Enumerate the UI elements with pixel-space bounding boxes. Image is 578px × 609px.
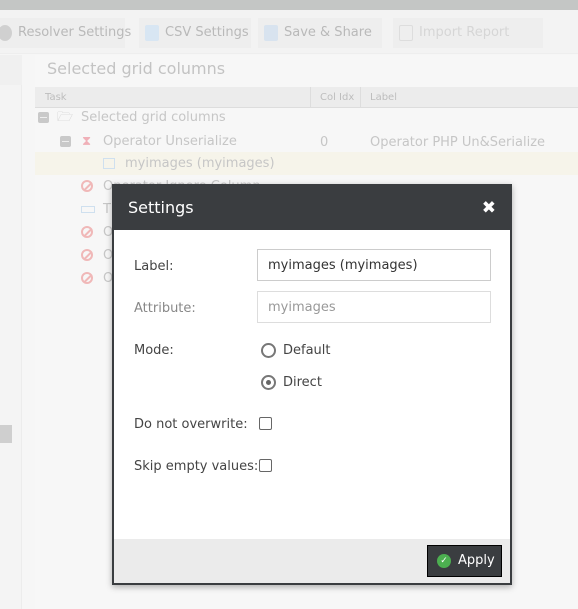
- label-field-label: Label:: [134, 259, 174, 274]
- table-row[interactable]: ⧗ Operator Unserialize 0 Operator PHP Un&Se…: [35, 130, 578, 153]
- disabled-icon: [81, 226, 93, 238]
- table-header: Task Col Idx Label: [35, 87, 578, 108]
- attribute-field-label: Attribute:: [134, 301, 196, 316]
- collapse-icon[interactable]: [38, 112, 49, 123]
- button-label: Import Report: [419, 25, 510, 40]
- resolver-settings-button[interactable]: Resolver Settings: [0, 18, 131, 48]
- table-row[interactable]: 🗁 Selected grid columns: [35, 106, 578, 129]
- close-icon[interactable]: ✖: [482, 186, 496, 230]
- gear-icon: [0, 24, 12, 41]
- table-row-selected[interactable]: myimages (myimages): [35, 152, 578, 175]
- skip-empty-checkbox[interactable]: [259, 459, 272, 472]
- field-icon: [81, 206, 95, 213]
- overwrite-checkbox[interactable]: [259, 417, 272, 430]
- toolbar: Resolver Settings CSV Settings Save & Sh…: [0, 10, 578, 54]
- mode-default-radio[interactable]: [261, 343, 276, 358]
- overwrite-label: Do not overwrite:: [134, 417, 248, 432]
- task-cell: myimages (myimages): [125, 156, 275, 171]
- label-cell: Operator PHP Un&Serialize: [370, 135, 546, 150]
- check-circle-icon: ✓: [437, 554, 451, 568]
- apply-label: Apply: [458, 553, 495, 568]
- column-header-task[interactable]: Task: [45, 87, 67, 108]
- button-label: Resolver Settings: [18, 25, 132, 40]
- button-label: CSV Settings: [165, 25, 249, 40]
- dna-icon: ⧗: [82, 134, 92, 149]
- dropdown-toggle[interactable]: [0, 425, 12, 443]
- disabled-icon: [81, 180, 93, 192]
- left-panel: [0, 55, 22, 609]
- mode-default-label[interactable]: Default: [283, 343, 331, 358]
- task-cell: Operator Unserialize: [103, 134, 237, 149]
- mode-direct-radio[interactable]: [261, 375, 276, 390]
- csv-settings-button[interactable]: CSV Settings: [139, 18, 251, 48]
- disabled-icon: [81, 249, 93, 261]
- apply-button[interactable]: ✓ Apply: [427, 545, 502, 577]
- wrench-file-icon: [145, 24, 159, 41]
- import-report-button[interactable]: Import Report: [393, 18, 543, 48]
- attribute-input[interactable]: [257, 291, 491, 323]
- panel-title: Selected grid columns: [47, 59, 226, 78]
- users-icon: [264, 24, 278, 41]
- collapse-icon[interactable]: [60, 136, 71, 147]
- save-share-button[interactable]: Save & Share: [258, 18, 382, 48]
- mode-label: Mode:: [134, 343, 174, 358]
- folder-icon: 🗁: [57, 110, 74, 125]
- mode-direct-label[interactable]: Direct: [283, 375, 322, 390]
- skip-empty-label: Skip empty values:: [134, 459, 259, 474]
- settings-dialog: Settings ✖ Label: Attribute: Mode: Defaul…: [112, 184, 512, 585]
- task-cell: Selected grid columns: [81, 110, 226, 125]
- dialog-title-bar: Settings ✖: [114, 186, 510, 230]
- task-cell: T: [103, 202, 111, 217]
- clipboard-check-icon: [399, 24, 413, 41]
- button-label: Save & Share: [284, 25, 372, 40]
- column-header-col-idx[interactable]: Col Idx: [320, 87, 354, 108]
- disabled-icon: [81, 272, 93, 284]
- top-bar: [0, 0, 578, 10]
- column-header-label[interactable]: Label: [370, 87, 397, 108]
- label-input[interactable]: [257, 249, 491, 281]
- field-icon: [103, 158, 115, 169]
- dialog-title: Settings: [128, 198, 194, 217]
- col-idx-cell: 0: [320, 135, 329, 150]
- left-panel-header: [0, 55, 22, 85]
- dialog-footer: ✓ Apply: [114, 539, 510, 583]
